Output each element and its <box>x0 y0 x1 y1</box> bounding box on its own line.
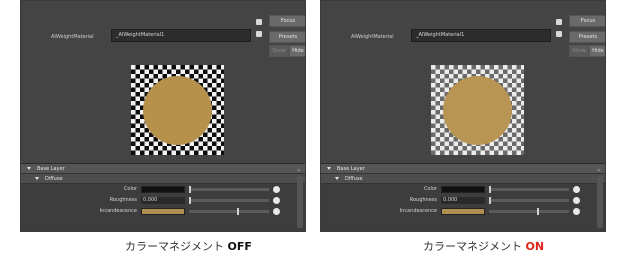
incandescence-label: Incandescence <box>399 208 437 214</box>
color-row: Color <box>21 184 305 195</box>
color-swatch[interactable] <box>141 186 185 193</box>
section-base-layer[interactable]: Base Layer ✕ <box>321 164 605 174</box>
incandescence-slider[interactable] <box>189 208 269 215</box>
incandescence-row: Incandescence <box>21 206 305 217</box>
material-nav-arrows <box>256 19 264 47</box>
incandescence-label: Incandescence <box>99 208 137 214</box>
material-swatch-preview <box>431 65 524 155</box>
hide-button[interactable]: Hide <box>589 45 605 57</box>
swatch-sphere <box>443 76 512 145</box>
texture-map-icon[interactable] <box>573 186 580 193</box>
incandescence-slider[interactable] <box>489 208 569 215</box>
texture-map-icon[interactable] <box>273 197 280 204</box>
material-name-field[interactable]: _AIWeightMaterial1 <box>411 29 551 42</box>
focus-button[interactable]: Focus <box>569 15 605 27</box>
down-arrow-icon[interactable] <box>556 31 562 37</box>
texture-map-icon[interactable] <box>273 186 280 193</box>
roughness-slider[interactable] <box>489 197 569 204</box>
roughness-slider[interactable] <box>189 197 269 204</box>
color-slider[interactable] <box>189 186 269 193</box>
collapse-triangle-icon <box>327 167 331 170</box>
roughness-row: Roughness 0.000 <box>321 195 605 206</box>
collapse-triangle-icon <box>335 177 339 180</box>
material-type-label: AIWeightMaterial <box>351 34 394 40</box>
texture-map-icon[interactable] <box>273 208 280 215</box>
roughness-label: Roughness <box>109 197 137 203</box>
slider-knob[interactable] <box>189 186 191 193</box>
material-nav-arrows <box>556 19 564 47</box>
roughness-label: Roughness <box>409 197 437 203</box>
section-base-layer[interactable]: Base Layer ✕ <box>21 164 305 174</box>
roughness-row: Roughness 0.000 <box>21 195 305 206</box>
caption-text: カラーマネジメント <box>125 240 224 253</box>
attribute-panel: Base Layer ✕ Diffuse Color Roughness 0.0… <box>21 163 305 231</box>
color-label: Color <box>423 186 437 192</box>
section-diffuse[interactable]: Diffuse <box>321 174 605 184</box>
slider-knob[interactable] <box>489 197 491 204</box>
incandescence-swatch[interactable] <box>141 208 185 215</box>
slider-knob[interactable] <box>537 208 539 215</box>
material-editor-panel-off: AIWeightMaterial _AIWeightMaterial1 Focu… <box>20 0 306 232</box>
slider-knob[interactable] <box>189 197 191 204</box>
scrollbar[interactable] <box>297 176 303 228</box>
material-type-label: AIWeightMaterial <box>51 34 94 40</box>
presets-button[interactable]: Presets <box>269 31 305 43</box>
collapse-triangle-icon <box>35 177 39 180</box>
down-arrow-icon[interactable] <box>256 31 262 37</box>
scrollbar[interactable] <box>597 176 603 228</box>
presets-button[interactable]: Presets <box>569 31 605 43</box>
color-slider[interactable] <box>489 186 569 193</box>
show-button[interactable]: Show <box>569 45 589 57</box>
incandescence-row: Incandescence <box>321 206 605 217</box>
color-row: Color <box>321 184 605 195</box>
focus-button[interactable]: Focus <box>269 15 305 27</box>
slider-knob[interactable] <box>237 208 239 215</box>
caption-state-off: OFF <box>227 240 252 253</box>
show-button[interactable]: Show <box>269 45 289 57</box>
section-label: Diffuse <box>45 176 63 182</box>
material-swatch-preview <box>131 65 224 155</box>
up-arrow-icon[interactable] <box>556 19 562 25</box>
collapse-triangle-icon <box>27 167 31 170</box>
texture-map-icon[interactable] <box>573 208 580 215</box>
caption-off: カラーマネジメント OFF <box>125 238 252 254</box>
caption-state-on: ON <box>525 240 545 253</box>
section-label: Base Layer <box>37 166 65 172</box>
color-swatch[interactable] <box>441 186 485 193</box>
color-label: Color <box>123 186 137 192</box>
material-editor-panel-on: AIWeightMaterial _AIWeightMaterial1 Focu… <box>320 0 606 232</box>
texture-map-icon[interactable] <box>573 197 580 204</box>
section-label: Base Layer <box>337 166 365 172</box>
section-diffuse[interactable]: Diffuse <box>21 174 305 184</box>
caption-on: カラーマネジメント ON <box>423 238 544 254</box>
section-label: Diffuse <box>345 176 363 182</box>
swatch-sphere <box>143 76 212 145</box>
caption-text: カラーマネジメント <box>423 240 522 253</box>
material-name-field[interactable]: _AIWeightMaterial1 <box>111 29 251 42</box>
incandescence-swatch[interactable] <box>441 208 485 215</box>
slider-knob[interactable] <box>489 186 491 193</box>
up-arrow-icon[interactable] <box>256 19 262 25</box>
roughness-field[interactable]: 0.000 <box>441 197 485 204</box>
roughness-field[interactable]: 0.000 <box>141 197 185 204</box>
attribute-panel: Base Layer ✕ Diffuse Color Roughness 0.0… <box>321 163 605 231</box>
hide-button[interactable]: Hide <box>289 45 305 57</box>
